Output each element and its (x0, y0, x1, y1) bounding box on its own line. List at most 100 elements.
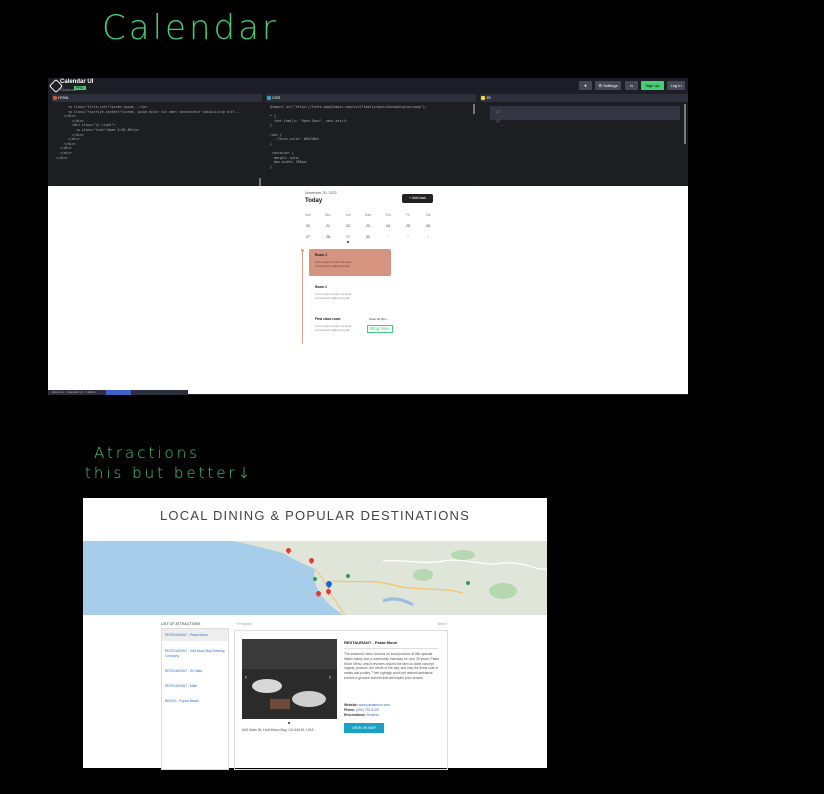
css-pane-header: CSS (266, 94, 476, 102)
map-poi-icon[interactable] (313, 577, 317, 581)
css-editor-pane[interactable]: CSS @import url("https://fonts.googleapi… (266, 94, 476, 198)
detail-description: The seasonal menu focuses on local produ… (344, 652, 439, 680)
weekday-label: Fri (406, 213, 410, 217)
calendar-handwritten-label: Calendar (102, 8, 279, 48)
layout-button[interactable]: ▭ (625, 81, 638, 90)
day-cell[interactable]: 28 (321, 235, 335, 239)
js-editor-pane[interactable]: JS // ... // ... (480, 94, 688, 198)
footer-tab[interactable] (106, 390, 131, 395)
list-item[interactable]: BEACH - Poplar Beach (165, 699, 225, 704)
day-cell[interactable]: 2 (401, 235, 415, 239)
restaurant-photo[interactable]: ‹ › (242, 639, 337, 719)
css-pane-label: CSS (272, 95, 281, 100)
event-time: Open till 3pm (369, 317, 387, 321)
phone-row: Phone: (650) 726-5125 (344, 708, 379, 712)
day-cell[interactable]: 20 (301, 224, 315, 228)
event-text: Lorem ipsum dolor sit amet consectetur a… (315, 324, 352, 332)
heart-button[interactable]: ♥ (579, 81, 592, 90)
calendar-date: November 20, 2022 (305, 191, 337, 195)
html-pane-header: HTML (52, 94, 262, 102)
phone-label: Phone: (344, 708, 356, 712)
day-cell-selected[interactable]: 29 (341, 235, 355, 239)
js-selection-block (490, 106, 680, 120)
address: 845 Main St, Half Moon Bay, CA 94019, US… (242, 728, 314, 732)
weekday-label: Sat (425, 213, 431, 217)
html-pane-label: HTML (58, 95, 69, 100)
codepen-window: Calendar UI Ebotomo PRO ♥ ⚙ Settings ▭ S… (48, 78, 688, 395)
map-poi-icon[interactable] (346, 574, 350, 578)
reservations-row: Reservations: Reserve (344, 713, 379, 717)
attractions-handwritten-label: Atractions (94, 444, 201, 462)
day-cell[interactable]: 26 (421, 224, 435, 228)
previous-link[interactable]: « Previous (236, 622, 251, 626)
day-cell[interactable]: 24 (381, 224, 395, 228)
page-title: LOCAL DINING & POPULAR DESTINATIONS (160, 508, 470, 523)
event-card-active[interactable]: Room 1 Lorem ipsum dolor sit amet consec… (309, 249, 391, 276)
js-pane-label: JS (486, 95, 491, 100)
website-link[interactable]: www.pastamoon.com (359, 703, 390, 707)
next-link[interactable]: Next » (438, 622, 447, 626)
map-poi-icon[interactable] (466, 581, 470, 585)
detail-title: RESTAURANT - Pasta Moon (344, 640, 398, 645)
signup-button[interactable]: Sign Up (641, 81, 664, 90)
calendar-heading: Today (305, 198, 323, 204)
blog-now-handwritten-note: Blog Now (367, 325, 393, 333)
selected-day-dot (347, 241, 349, 243)
pen-title[interactable]: Calendar UI (60, 79, 93, 85)
event-card[interactable]: Room 2 Lorem ipsum dolor sit amet consec… (309, 282, 391, 304)
codepen-header: Calendar UI Ebotomo PRO ♥ ⚙ Settings ▭ S… (48, 78, 688, 94)
html-code[interactable]: <p class="title-cntr">Lorem ipsum...</p>… (56, 105, 241, 160)
day-cell[interactable]: 21 (321, 224, 335, 228)
settings-button[interactable]: ⚙ Settings (595, 81, 621, 90)
event-title: Room 1 (315, 253, 328, 257)
weekday-label: Thu (385, 213, 391, 217)
day-cell[interactable]: 27 (301, 235, 315, 239)
event-title: First class room (315, 317, 341, 321)
carousel-prev-icon[interactable]: ‹ (245, 675, 247, 681)
phone-link[interactable]: (650) 726-5125 (356, 708, 379, 712)
list-item[interactable]: RESTAURANT - Main (165, 684, 225, 689)
better-handwritten-label: this but better↓ (85, 464, 254, 482)
weekday-label: Wed (364, 213, 372, 217)
timeline-dot (301, 249, 304, 252)
list-item[interactable]: RESTAURANT - Half Moon Bay Brewing Compa… (165, 649, 225, 658)
list-heading: LIST OF ATTRACTIONS (161, 622, 201, 626)
website-label: Website: (344, 703, 358, 707)
js-icon (481, 96, 485, 100)
photo-table (292, 691, 326, 707)
css-scrollbar[interactable] (473, 104, 475, 114)
js-scrollbar[interactable] (684, 104, 686, 144)
day-cell[interactable]: 1 (381, 235, 395, 239)
day-cell[interactable]: 25 (401, 224, 415, 228)
login-button[interactable]: Log In (667, 81, 685, 90)
divider (344, 648, 438, 649)
view-on-map-button[interactable]: VIEW ON MAP (344, 723, 384, 733)
html-icon (53, 96, 57, 100)
js-code[interactable]: // ... // ... (492, 105, 506, 128)
list-item[interactable]: RESTAURANT - Pasta Moon (165, 633, 225, 638)
day-cell[interactable]: 30 (361, 235, 375, 239)
reservations-link[interactable]: Reserve (367, 713, 379, 717)
map-view[interactable] (83, 541, 547, 615)
photo-chair (270, 699, 290, 709)
weekday-label: Sun (305, 213, 311, 217)
list-item[interactable]: RESTAURANT - It's Italia (165, 669, 225, 674)
css-code[interactable]: @import url("https://fonts.googleapis.co… (270, 105, 427, 169)
css-icon (267, 96, 271, 100)
day-cell[interactable]: 23 (361, 224, 375, 228)
html-editor-pane[interactable]: HTML <p class="title-cntr">Lorem ipsum..… (52, 94, 262, 198)
weekday-label: Mon (324, 213, 332, 217)
pro-badge: PRO (74, 86, 86, 90)
footer-text: Ebotomo · Calendar UI · 1 Editor (52, 390, 96, 394)
dining-page: LOCAL DINING & POPULAR DESTINATIONS LIST… (83, 498, 547, 770)
website-row: Website: www.pastamoon.com (344, 703, 390, 707)
carousel-indicator[interactable] (288, 722, 290, 724)
timeline-line (302, 250, 303, 344)
carousel-next-icon[interactable]: › (329, 675, 331, 681)
reservations-label: Reservations: (344, 713, 366, 717)
add-task-button[interactable]: + Add task (402, 194, 433, 203)
event-title: Room 2 (315, 285, 328, 289)
day-cell[interactable]: 3 (421, 235, 435, 239)
event-text: Lorem ipsum dolor sit amet consectetur a… (315, 292, 352, 300)
day-cell[interactable]: 22 (341, 224, 355, 228)
